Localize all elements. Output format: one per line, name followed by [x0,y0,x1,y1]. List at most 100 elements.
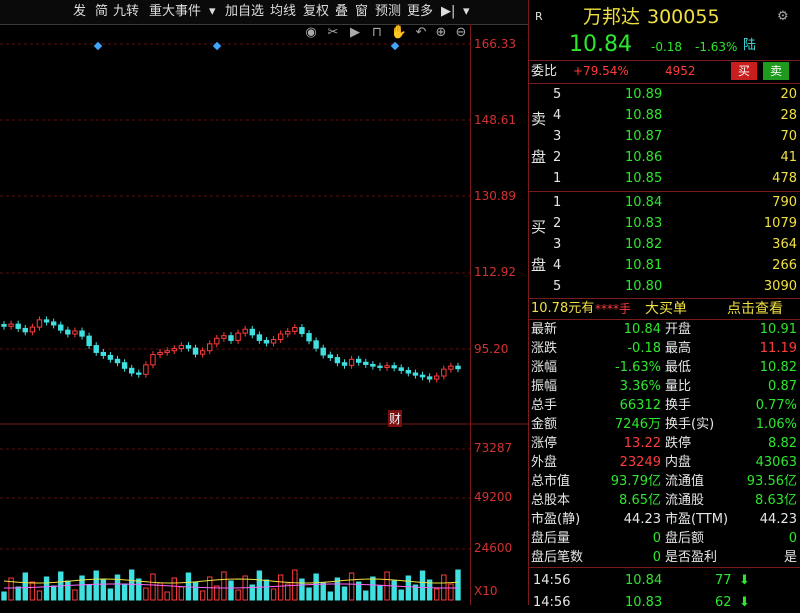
candle-body [43,319,50,323]
candle-body [405,369,412,374]
toolbar-events-dropdown[interactable]: ▾ [206,3,219,21]
toolbar-overlay-button[interactable]: 叠 [332,3,351,21]
stat-label: 跌停 [665,436,692,451]
stat-label: 内盘 [665,455,692,470]
candle-body [398,367,404,371]
volume-bar [114,574,121,601]
tick-time: 14:56 [533,595,571,610]
toolbar-play-dropdown[interactable]: ▾ [460,3,473,21]
toolbar-add-watchlist-button[interactable]: 加自选 [222,3,267,21]
volume-bar [405,575,412,601]
toolbar-events-button[interactable]: 重大事件 [146,3,204,21]
stat-label: 流通股 [665,493,705,508]
big-order-row[interactable]: 10.78元有 ****手 大买单 点击查看 [529,299,800,319]
big-order-price: 10.78元有 [531,301,595,316]
volume-bar [348,572,355,601]
candle-body [50,321,57,326]
volume-bar [1,591,7,601]
stat-row: 总市值 93.79亿 流通值 93.56亿 [529,472,800,491]
volume-bar [363,590,369,601]
volume-bar [65,580,71,601]
order-book-row[interactable]: 2 10.83 1079 [529,213,800,234]
volume-bar [434,588,440,601]
stat-value: 44.23 [623,512,661,527]
stat-value: 0 [652,550,661,565]
level-price: 10.82 [625,237,663,252]
stat-value: 0 [788,531,797,546]
volume-bar [93,570,99,601]
toolbar-play-button[interactable]: ▶| [438,3,458,21]
stock-header: R 万邦达 300055 ⚙ [529,4,800,30]
level-volume: 266 [772,258,797,273]
buy-button[interactable]: 买 [731,62,757,80]
stat-value: 10.91 [759,322,797,337]
stat-label: 是否盈利 [665,550,718,565]
level-price: 10.81 [625,258,663,273]
candle-body [377,365,383,368]
volume-bar [327,591,334,601]
order-book-row[interactable]: 4 10.88 28 [529,105,800,126]
candle-body [441,368,447,377]
candle-body [171,348,177,352]
order-book-row[interactable]: 1 10.85 478 [529,168,800,189]
event-diamond-icon [390,41,400,51]
toolbar-adjust-button[interactable]: 复权 [300,3,332,21]
order-book-row[interactable]: 4 10.81 266 [529,255,800,276]
toolbar-window-button[interactable]: 窗 [352,3,371,21]
order-book-row[interactable]: 3 10.82 364 [529,234,800,255]
candle-body [93,345,99,353]
big-order-view-link[interactable]: 点击查看 [727,299,783,319]
order-book-row[interactable]: 5 10.80 3090 [529,276,800,297]
order-book-row[interactable]: 2 10.86 41 [529,147,800,168]
candle-body [36,319,43,328]
kline-chart[interactable] [0,24,528,605]
stat-row: 盘后笔数 0 是否盈利 是 [529,548,800,567]
volume-bar [306,587,312,601]
stat-label: 最新 [531,322,558,337]
volume-bar [256,570,263,601]
stock-name: 万邦达 [583,6,641,28]
candle-body [143,364,149,375]
level-price: 10.83 [625,216,663,231]
sell-button[interactable]: 卖 [763,62,789,80]
candle-body [263,339,270,344]
toolbar-jiuzhuan-button[interactable]: 九转 [110,3,142,21]
candle-body [136,372,142,375]
candle-body [412,372,419,376]
toolbar-jian-button[interactable]: 简 [92,3,111,21]
order-book-row[interactable]: 1 10.84 790 [529,192,800,213]
volume-bar [107,588,114,601]
volume-bar [171,577,177,601]
tick-time: 14:56 [533,573,571,588]
candle-body [29,326,36,333]
candle-body [242,328,248,334]
toolbar-predict-button[interactable]: 预测 [372,3,404,21]
candle-body [306,333,312,342]
stat-label: 开盘 [665,322,692,337]
stat-label: 市盈(TTM) [665,512,729,527]
stat-value: 0.87 [768,379,797,394]
toolbar-more-button[interactable]: 更多 [404,3,436,21]
level-volume: 20 [780,87,797,102]
commission-ratio-label: 委比 [531,64,558,79]
toolbar-fa-button[interactable]: 发 [70,3,89,21]
toolbar-ma-button[interactable]: 均线 [267,3,299,21]
volume-bar [143,587,149,601]
stat-value: 66312 [619,398,661,413]
volume-bar [221,571,227,601]
stat-value: 8.82 [768,436,797,451]
level-number: 4 [553,108,562,123]
candle-body [419,374,426,378]
stat-label: 市盈(静) [531,512,581,527]
order-book-row[interactable]: 3 10.87 70 [529,126,800,147]
candle-body [235,332,241,341]
earnings-marker[interactable]: 财 [388,410,403,427]
stat-row: 金额 7246万 换手(实) 1.06% [529,415,800,434]
order-book-row[interactable]: 5 10.89 20 [529,84,800,105]
stat-value: 93.79亿 [610,474,661,489]
price-tick-label: 130.89 [474,189,516,203]
candle-body [114,358,121,364]
chart-axis-divider [470,24,471,605]
settings-icon[interactable]: ⚙ [777,4,789,30]
ask-book: 卖 盘 5 10.89 20 4 10.88 28 3 10.87 70 2 10.86 41 1 10.… [529,84,800,190]
